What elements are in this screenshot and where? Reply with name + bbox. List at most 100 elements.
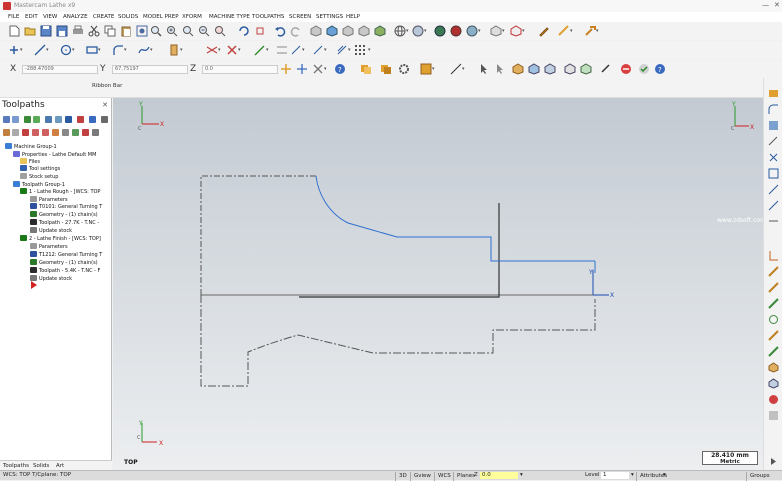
insert-after-icon[interactable] (52, 129, 59, 136)
regen-dirty-icon[interactable] (33, 116, 40, 123)
cube-right-icon[interactable] (358, 25, 370, 37)
select-dirty-icon[interactable] (12, 116, 19, 123)
right-expand-icon[interactable] (768, 456, 779, 467)
z-coord-field[interactable]: 0.0 (202, 65, 278, 74)
right-tool-20-icon[interactable] (768, 410, 779, 421)
status-level-field[interactable]: 1 (601, 472, 629, 479)
delete-dropdown-icon[interactable]: ▾ (238, 47, 241, 53)
x-coord-field[interactable]: -288.47009 (22, 65, 98, 74)
cut-icon[interactable] (88, 25, 100, 37)
autocursor-icon[interactable] (280, 63, 292, 75)
solid-body-icon[interactable] (544, 63, 556, 75)
right-tool-19-icon[interactable] (768, 394, 779, 405)
fillet-icon[interactable] (112, 44, 124, 56)
select-all-icon[interactable] (3, 116, 10, 123)
right-tool-12-icon[interactable] (768, 282, 779, 293)
move-up-icon[interactable] (42, 129, 49, 136)
zoom-in-icon[interactable] (166, 25, 178, 37)
point-plus-icon[interactable] (8, 44, 20, 56)
layers-icon[interactable] (360, 63, 372, 75)
y-coord-field[interactable]: 67.75197 (112, 65, 188, 74)
menu-settings[interactable]: SETTINGS (316, 14, 343, 20)
right-tool-5-icon[interactable] (768, 152, 779, 163)
right-tool-17-icon[interactable] (768, 362, 779, 373)
offset-icon[interactable] (336, 44, 348, 56)
hammer-dropdown-icon[interactable]: ▾ (596, 28, 599, 34)
right-tool-2-icon[interactable] (768, 104, 779, 115)
fillet-dropdown-icon[interactable]: ▾ (124, 47, 127, 53)
shading-icon[interactable] (434, 25, 446, 37)
spline-dropdown-icon[interactable]: ▾ (150, 47, 153, 53)
right-tool-1-icon[interactable] (768, 88, 779, 99)
right-tool-6-icon[interactable] (768, 168, 779, 179)
verify-sim-icon[interactable] (55, 116, 62, 123)
open-folder-icon[interactable] (24, 25, 36, 37)
rectangle-icon[interactable] (86, 44, 98, 56)
tree-node-op2-tool[interactable]: T1212: General Turning T (30, 251, 102, 258)
right-tool-9-icon[interactable] (768, 216, 779, 227)
status-z-dropdown-icon[interactable]: ▾ (520, 472, 523, 478)
solid-view-icon[interactable] (490, 25, 502, 37)
tree-node-files[interactable]: Files (20, 158, 40, 165)
help-icon[interactable]: ? (334, 63, 346, 75)
right-tool-18-icon[interactable] (768, 378, 779, 389)
rotate-xform-icon[interactable] (290, 44, 302, 56)
highfeed-icon[interactable] (89, 116, 96, 123)
layers2-icon[interactable] (380, 63, 392, 75)
menu-screen[interactable]: SCREEN (289, 14, 311, 20)
move-down-icon[interactable] (32, 129, 39, 136)
sphere-dropdown-icon[interactable]: ▾ (424, 28, 427, 34)
menu-machine-type[interactable]: MACHINE TYPE (209, 14, 250, 20)
menu-help[interactable]: HELP (346, 14, 360, 20)
regen-all-icon[interactable] (24, 116, 31, 123)
undo-icon[interactable] (274, 25, 286, 37)
status-z-field[interactable]: 0.0 (480, 472, 518, 479)
cube-front-icon[interactable] (342, 25, 354, 37)
minimize-button[interactable]: — (762, 1, 769, 9)
tree-node-op1-tool[interactable]: T0101: General Turning T (30, 203, 102, 210)
stop-icon[interactable] (620, 63, 632, 75)
paste-icon[interactable] (120, 25, 132, 37)
shading-dropdown-icon[interactable]: ▾ (478, 28, 481, 34)
measure-dropdown-icon[interactable]: ▾ (570, 28, 573, 34)
zoom-out-icon[interactable] (198, 25, 210, 37)
point-dropdown-icon[interactable]: ▾ (20, 47, 23, 53)
solid-view-dropdown-icon[interactable]: ▾ (502, 28, 505, 34)
sphere-wire-icon[interactable] (412, 25, 424, 37)
tree-node-op1[interactable]: 1 - Lathe Rough - [WCS: TOP (20, 188, 100, 195)
right-tool-14-icon[interactable] (768, 314, 779, 325)
status-attr-dropdown-icon[interactable]: ▾ (663, 472, 666, 478)
options-icon[interactable] (92, 129, 99, 136)
expand-icon[interactable] (72, 129, 79, 136)
panel-help-icon[interactable] (101, 116, 108, 123)
clear-coords-icon[interactable] (312, 63, 324, 75)
close-button[interactable]: ✕ (774, 1, 780, 9)
right-tool-7-icon[interactable] (768, 184, 779, 195)
select-icon[interactable] (494, 63, 506, 75)
pencil-icon[interactable] (538, 25, 550, 37)
solid-edge-icon[interactable] (564, 63, 576, 75)
help2-icon[interactable]: ? (654, 63, 666, 75)
tree-node-op2[interactable]: 2 - Lathe Finish - [WCS: TOP] (20, 235, 101, 242)
circle-icon[interactable] (60, 44, 72, 56)
tree-node-op1-update-stock[interactable]: Update stock (30, 227, 72, 234)
circle-dropdown-icon[interactable]: ▾ (72, 47, 75, 53)
ok-icon[interactable] (638, 63, 650, 75)
toggle-display-icon[interactable] (12, 129, 19, 136)
right-tool-3-icon[interactable] (768, 120, 779, 131)
globe-icon[interactable] (394, 25, 406, 37)
delete-icon[interactable] (226, 44, 238, 56)
right-tool-16-icon[interactable] (768, 346, 779, 357)
tab-solids[interactable]: Solids (33, 463, 49, 469)
trim-dropdown-icon[interactable]: ▾ (218, 47, 221, 53)
globe-dropdown-icon[interactable]: ▾ (406, 28, 409, 34)
translate-dropdown-icon[interactable]: ▾ (266, 47, 269, 53)
menu-view[interactable]: VIEW (43, 14, 57, 20)
panel-close-icon[interactable]: ✕ (102, 101, 108, 109)
rectangle-dropdown-icon[interactable]: ▾ (98, 47, 101, 53)
line-style-icon[interactable] (450, 63, 462, 75)
tree-node-toolpath-group[interactable]: Toolpath Group-1 (13, 181, 65, 188)
zoom-half-icon[interactable] (214, 25, 226, 37)
redo-icon[interactable] (290, 25, 302, 37)
no-post-icon[interactable] (22, 129, 29, 136)
